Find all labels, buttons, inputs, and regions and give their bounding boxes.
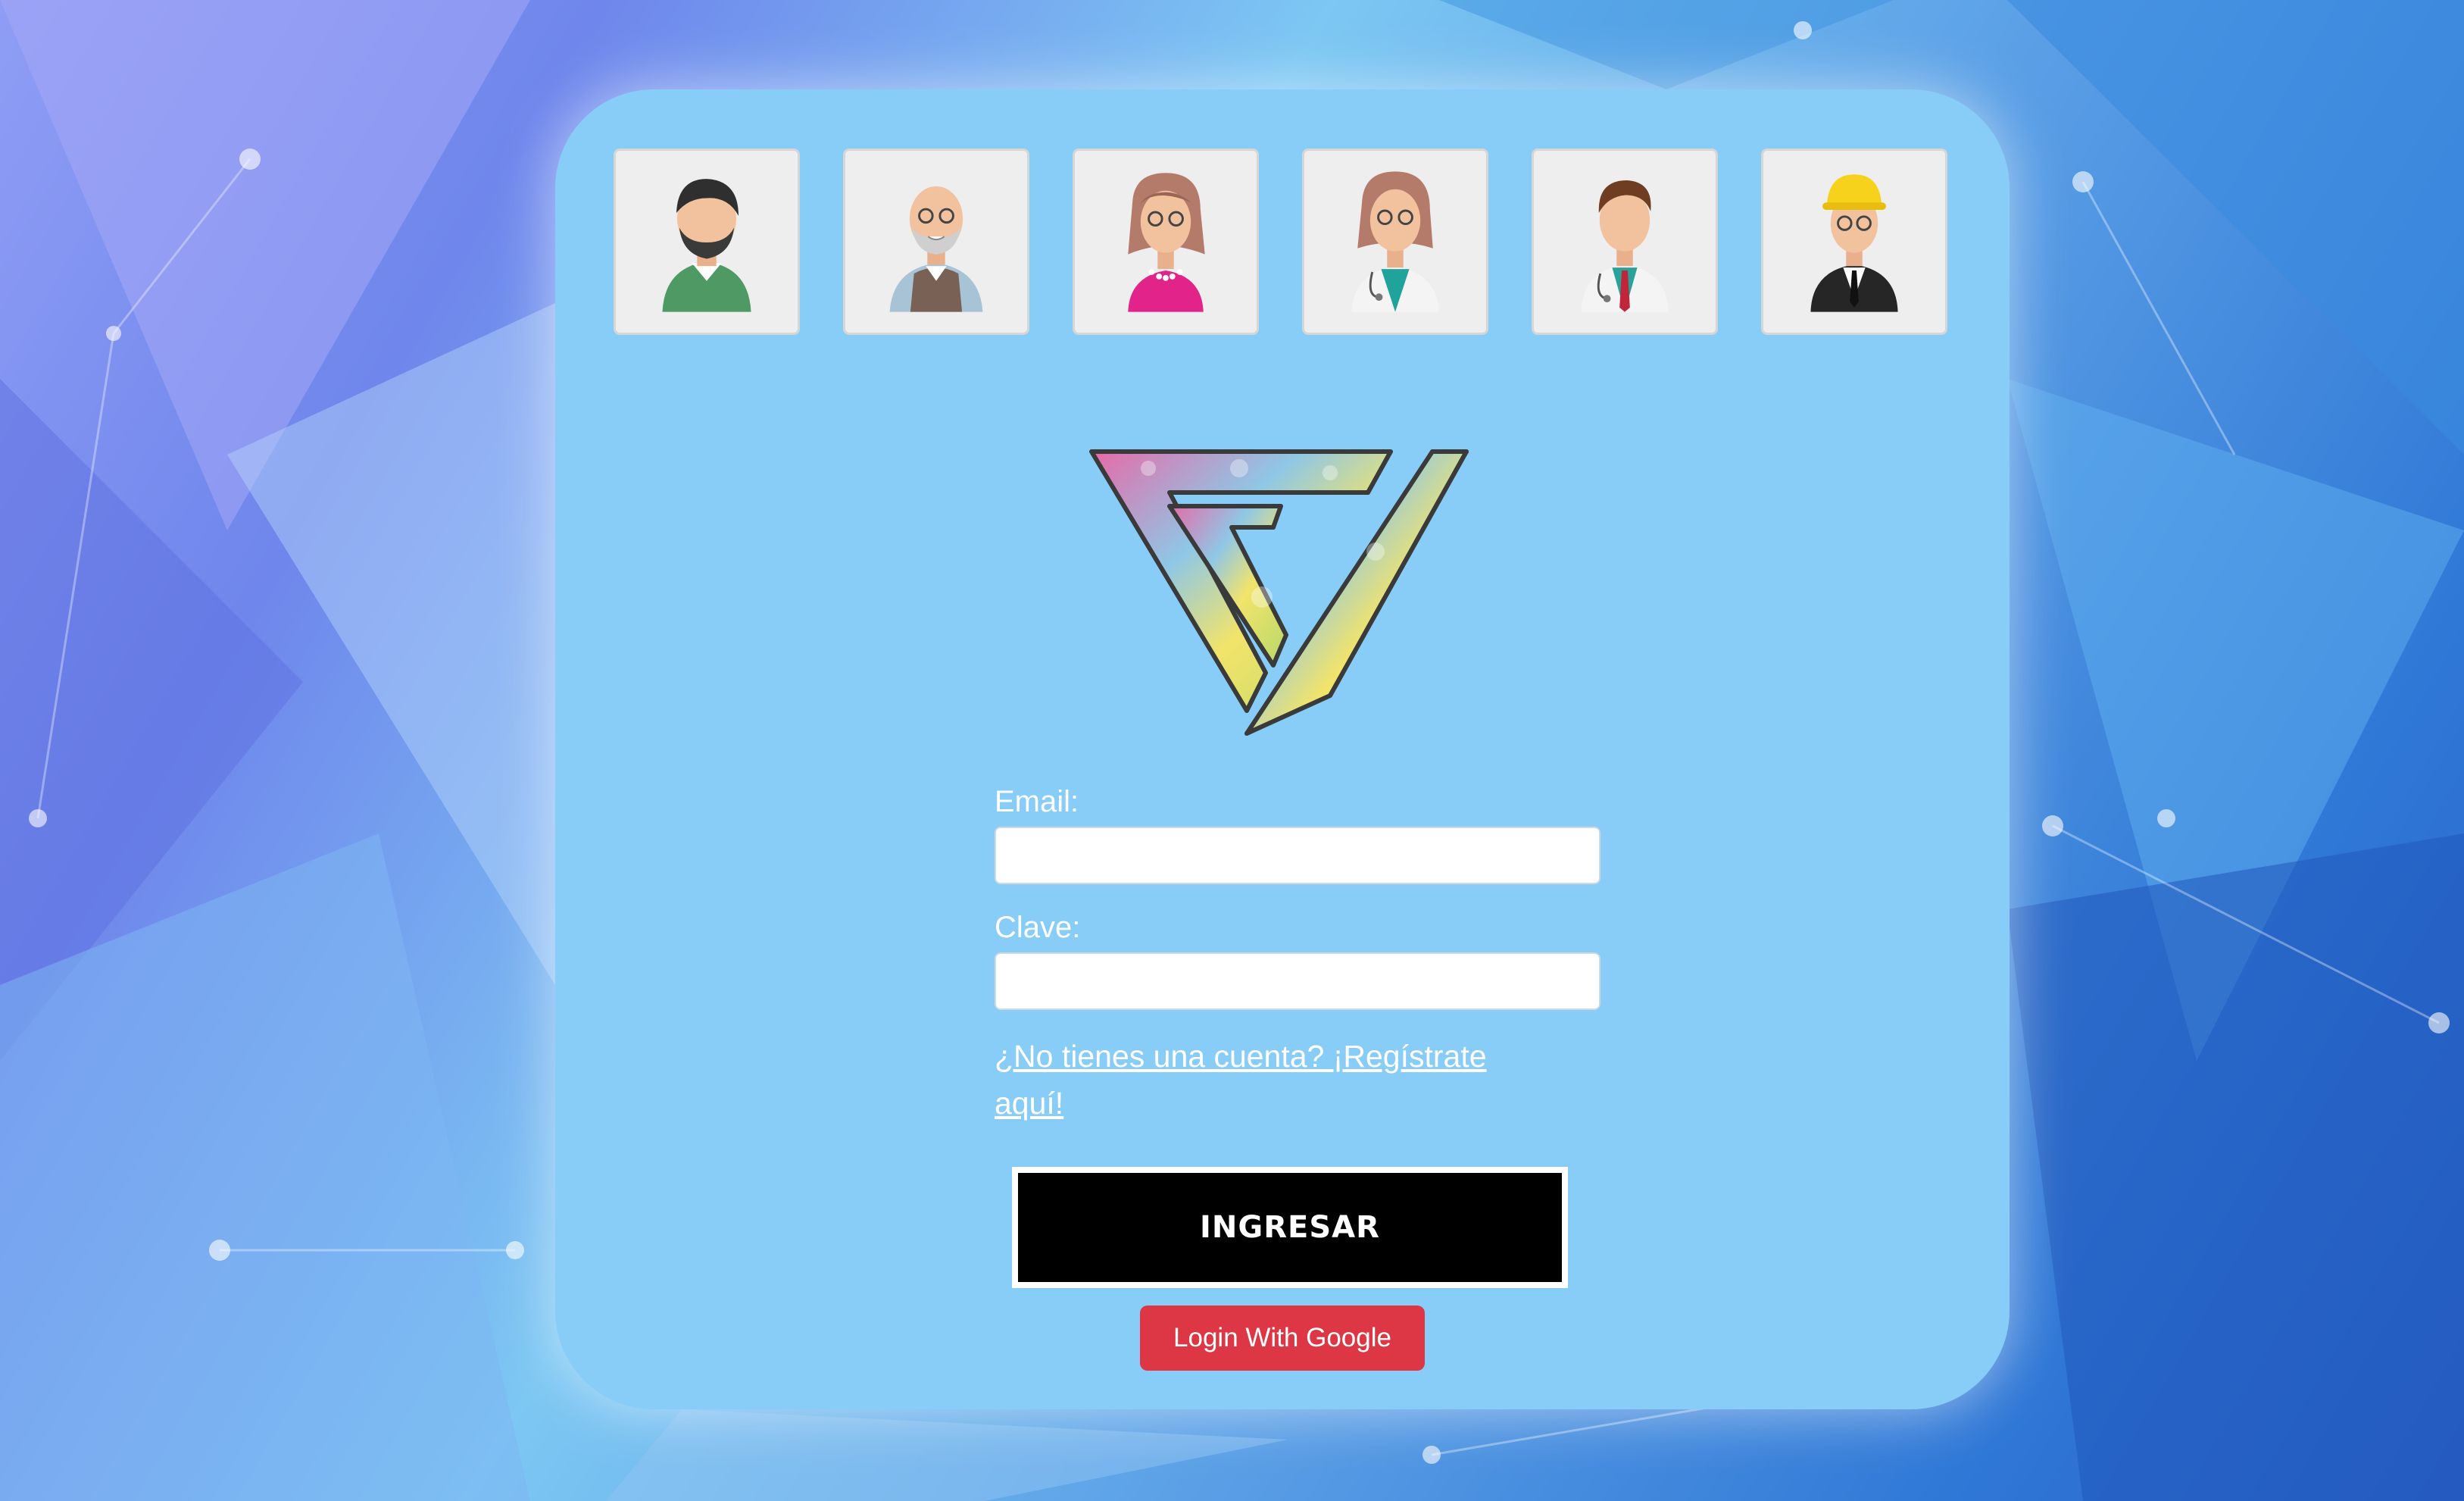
avatar-engineer[interactable]: [1761, 149, 1947, 335]
email-input[interactable]: [995, 827, 1601, 884]
avatar-elderly-man[interactable]: [843, 149, 1029, 335]
google-login-button[interactable]: Login With Google: [1140, 1306, 1425, 1371]
email-label: Email:: [995, 785, 1079, 818]
avatar-selector: [614, 149, 1954, 338]
elderly-man-icon: [889, 186, 983, 312]
male-doctor-icon: [1581, 180, 1669, 312]
man-beard-icon: [662, 179, 751, 312]
login-card: Email: Clave: ¿No tienes una cuenta? ¡Re…: [555, 89, 2010, 1409]
password-label: Clave:: [995, 911, 1081, 944]
engineer-icon: [1810, 174, 1898, 312]
avatar-female-doctor[interactable]: [1302, 149, 1488, 335]
submit-button[interactable]: INGRESAR: [1012, 1167, 1568, 1288]
woman-pink-icon: [1128, 173, 1205, 312]
login-form: Email: Clave: ¿No tienes una cuenta? ¡Re…: [995, 783, 1616, 1127]
register-link[interactable]: ¿No tienes una cuenta? ¡Regístrate aquí!: [995, 1033, 1525, 1127]
avatar-man-beard[interactable]: [614, 149, 800, 335]
avatar-woman-pink[interactable]: [1073, 149, 1259, 335]
brand-logo: [1089, 449, 1469, 736]
female-doctor-icon: [1351, 171, 1439, 312]
password-input[interactable]: [995, 952, 1601, 1010]
avatar-male-doctor[interactable]: [1532, 149, 1718, 335]
